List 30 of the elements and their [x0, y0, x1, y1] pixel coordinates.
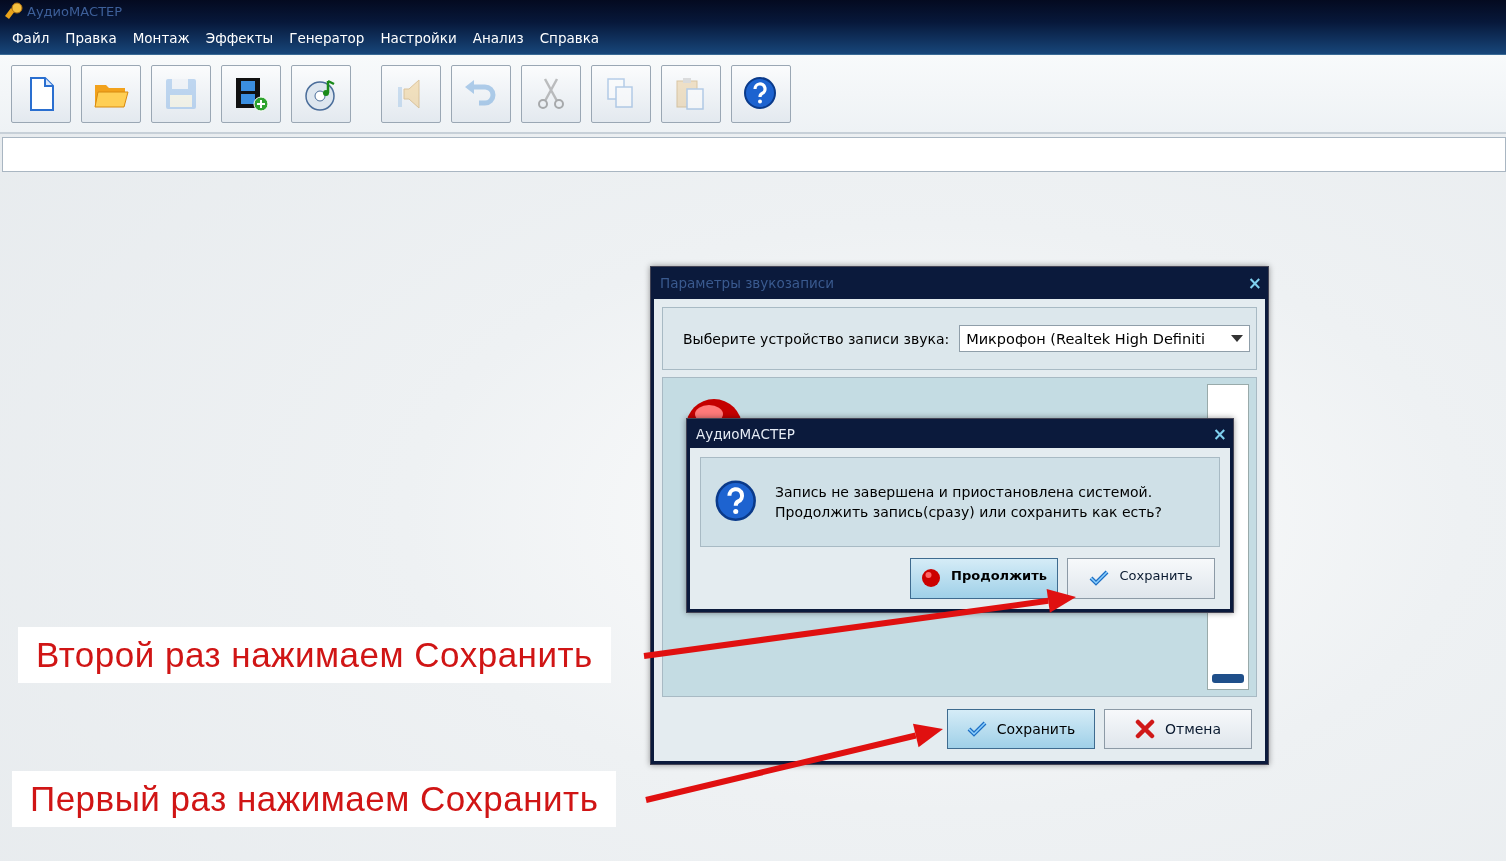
menu-item[interactable]: Эффекты	[197, 30, 282, 46]
device-label: Выберите устройство записи звука:	[683, 330, 950, 347]
record-button[interactable]: Продолжить	[910, 558, 1058, 599]
menu-item[interactable]: Генератор	[281, 30, 373, 46]
close-button[interactable]: ×	[1247, 273, 1262, 293]
toolbar-button[interactable]	[731, 64, 791, 123]
menu-item[interactable]: Справка	[531, 30, 608, 46]
dialog-title: АудиоМАСТЕР	[696, 425, 795, 442]
save-button[interactable]: Сохранить	[1067, 558, 1215, 599]
menu-item[interactable]: Монтаж	[124, 30, 198, 46]
callout-label: Второй раз нажимаем Сохранить	[18, 627, 611, 683]
check-icon	[966, 719, 987, 739]
toolbar-button[interactable]	[221, 64, 281, 123]
message-text: Запись не завершена и приостановлена системой. Продолжить запись(сразу) или сохранить как есть?	[775, 482, 1163, 522]
menu-item[interactable]: Правка	[57, 30, 125, 46]
check-icon	[1089, 568, 1110, 588]
save-button[interactable]: Сохранить	[947, 709, 1095, 749]
menu-item[interactable]: Анализ	[464, 30, 532, 46]
record-dot-icon	[921, 568, 942, 588]
dialog-title: Параметры звукозаписи	[660, 275, 834, 291]
callout-label: Первый раз нажимаем Сохранить	[12, 771, 617, 827]
caret-icon	[1231, 335, 1243, 342]
close-button[interactable]: ×	[1212, 423, 1227, 444]
menu-item[interactable]: Файл	[4, 30, 58, 46]
menu-item[interactable]: Настройки	[372, 30, 465, 46]
cancel-button[interactable]: Отмена	[1104, 709, 1252, 749]
device-dropdown[interactable]: Микрофон (Realtek High Definiti	[959, 325, 1250, 352]
app-logo-icon	[3, 2, 23, 20]
cross-icon	[1134, 719, 1155, 739]
window-title: АудиоМАСТЕР	[27, 3, 123, 19]
